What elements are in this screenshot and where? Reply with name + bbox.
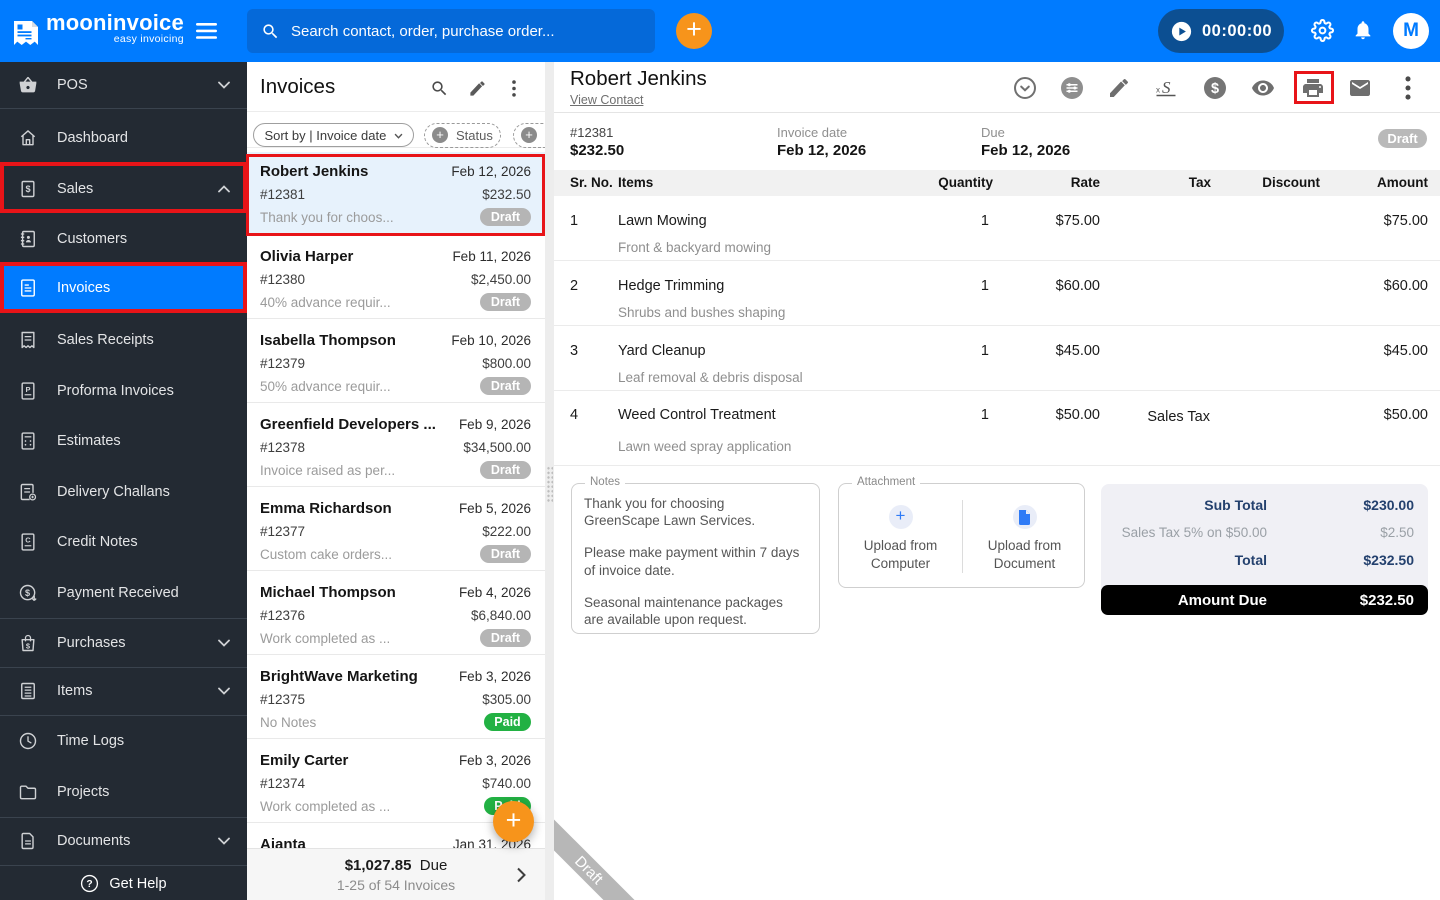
svg-text:x: x xyxy=(1156,86,1160,95)
svg-text:$: $ xyxy=(1211,81,1219,97)
svg-text:$: $ xyxy=(25,588,30,598)
svg-text:S: S xyxy=(1162,78,1171,97)
svg-text:C: C xyxy=(25,536,31,545)
svg-text:$: $ xyxy=(26,641,31,650)
svg-text:P: P xyxy=(25,385,30,394)
svg-text:?: ? xyxy=(87,879,93,890)
